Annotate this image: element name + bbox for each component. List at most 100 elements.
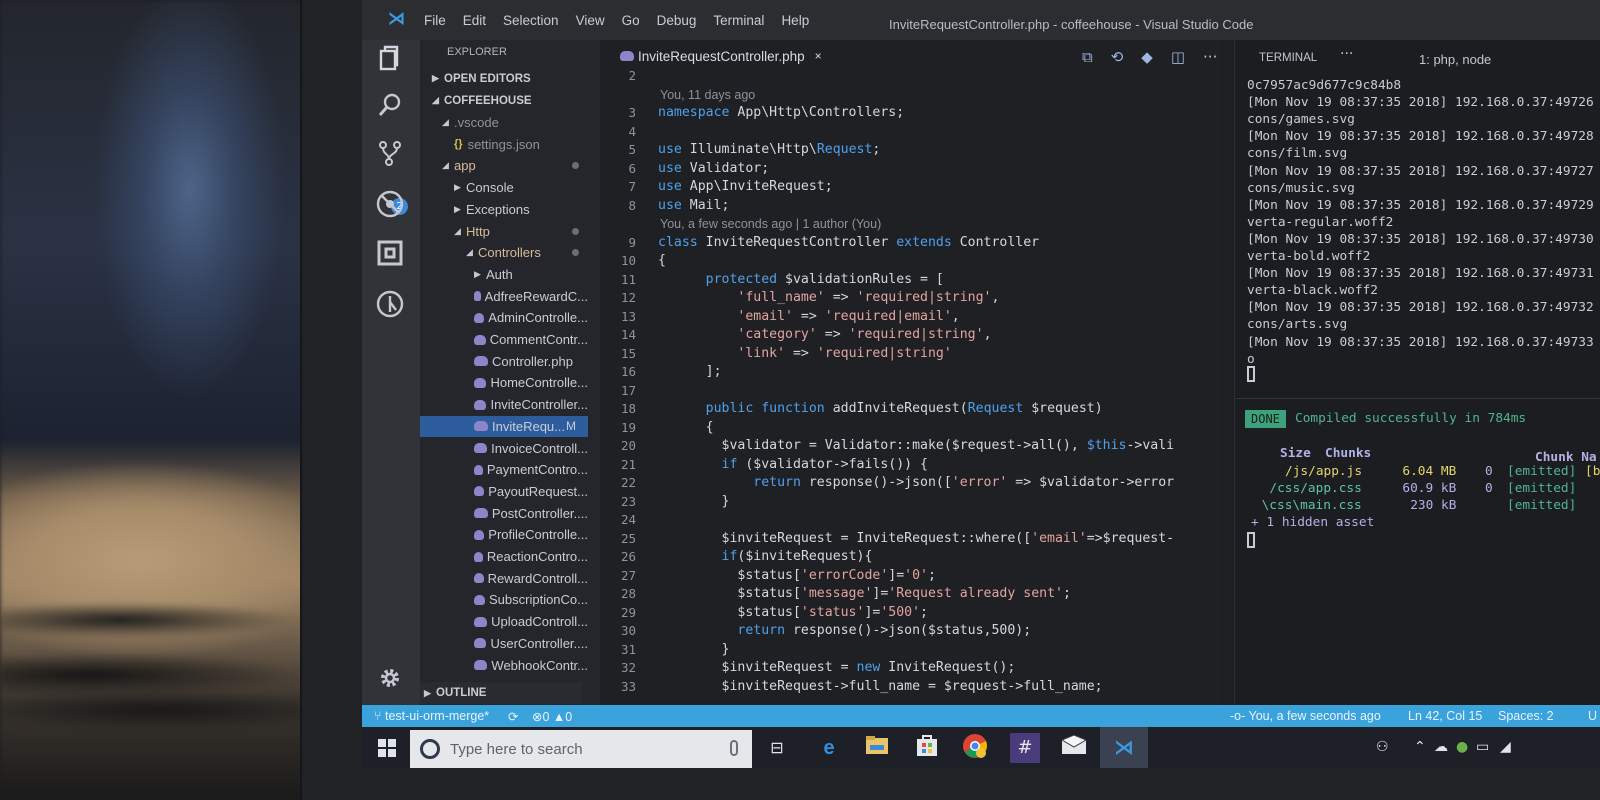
menu-help[interactable]: Help bbox=[781, 13, 809, 28]
code-line[interactable]: 15 'link' => 'required|string' bbox=[600, 346, 1160, 364]
tree-item[interactable]: CommentContr... bbox=[420, 329, 588, 350]
tree-item[interactable]: ◢ Http bbox=[420, 221, 588, 242]
tree-item[interactable]: ◢ .vscode bbox=[420, 112, 588, 133]
open-changes-icon[interactable]: ⧉ bbox=[1082, 48, 1093, 66]
menu-go[interactable]: Go bbox=[622, 13, 640, 28]
menu-terminal[interactable]: Terminal bbox=[713, 13, 764, 28]
code-line[interactable]: 2 bbox=[600, 68, 1160, 86]
code-line[interactable]: 3 namespace App\Http\Controllers; bbox=[600, 105, 1160, 123]
microphone-icon[interactable] bbox=[730, 740, 738, 756]
tree-item[interactable]: PayoutRequest... bbox=[420, 481, 588, 502]
code-line[interactable]: 19 { bbox=[600, 420, 1160, 438]
chevron-up-icon[interactable]: ⌃ bbox=[1414, 739, 1426, 755]
problems-status[interactable]: ⊗0 ▲0 bbox=[532, 709, 572, 724]
tree-item[interactable]: SubscriptionCo... bbox=[420, 589, 588, 610]
tree-item[interactable]: ▶ Auth bbox=[420, 264, 588, 285]
tree-item[interactable]: PostController.... bbox=[420, 503, 588, 524]
code-line[interactable]: 12 'full_name' => 'required|string', bbox=[600, 290, 1160, 308]
code-line[interactable]: 29 $status['status']='500'; bbox=[600, 605, 1160, 623]
gitlens-codelens[interactable]: You, 11 days ago bbox=[660, 88, 755, 102]
code-line[interactable]: 31 } bbox=[600, 642, 1160, 660]
tree-item[interactable]: UploadControll... bbox=[420, 611, 588, 632]
menu-debug[interactable]: Debug bbox=[657, 13, 697, 28]
code-line[interactable]: 9 class InviteRequestController extends C… bbox=[600, 235, 1160, 253]
code-line[interactable]: 4 bbox=[600, 124, 1160, 142]
vscode-icon[interactable]: ⋊ bbox=[1100, 727, 1148, 768]
outline-section[interactable]: ▶ OUTLINE bbox=[420, 682, 582, 704]
task-view-icon[interactable]: ⊟ bbox=[762, 733, 792, 763]
code-line[interactable]: 8 use Mail; bbox=[600, 198, 1160, 216]
tree-item[interactable]: AdminControlle... bbox=[420, 307, 588, 328]
code-line[interactable]: 6 use Validator; bbox=[600, 161, 1160, 179]
encoding[interactable]: U bbox=[1588, 709, 1597, 723]
onedrive-icon[interactable]: ☁ bbox=[1434, 739, 1448, 755]
tree-item[interactable]: ▶ Exceptions bbox=[420, 199, 588, 220]
code-line[interactable]: 24 bbox=[600, 512, 1160, 530]
tree-item[interactable]: InvoiceControll... bbox=[420, 438, 588, 459]
tree-item[interactable]: HomeControlle... bbox=[420, 372, 588, 393]
code-line[interactable]: 27 $status['errorCode']='0'; bbox=[600, 568, 1160, 586]
code-line[interactable]: 7 use App\InviteRequest; bbox=[600, 179, 1160, 197]
code-line[interactable]: 13 'email' => 'required|email', bbox=[600, 309, 1160, 327]
menu-view[interactable]: View bbox=[576, 13, 605, 28]
windows-start-icon[interactable] bbox=[378, 739, 396, 757]
slack-icon[interactable]: # bbox=[1010, 733, 1040, 763]
tree-item[interactable]: ReactionContro... bbox=[420, 546, 588, 567]
file-explorer-icon[interactable] bbox=[862, 733, 892, 763]
tree-item[interactable]: {} settings.json bbox=[420, 134, 588, 155]
terminal-selector[interactable]: 1: php, node bbox=[1419, 52, 1491, 67]
gear-icon[interactable] bbox=[376, 666, 404, 694]
branch-status[interactable]: ⑂ test-ui-orm-merge* bbox=[374, 709, 489, 723]
tree-item[interactable]: RewardControll... bbox=[420, 568, 588, 589]
tree-item[interactable]: ◢ Controllers bbox=[420, 242, 588, 263]
search-input[interactable]: Type here to search bbox=[450, 741, 583, 758]
code-area[interactable]: 2 You, 11 days ago 3 namespace App\Http\Con… bbox=[600, 68, 1174, 708]
tree-item[interactable]: AdfreeRewardC... bbox=[420, 286, 588, 307]
code-line[interactable]: 23 } bbox=[600, 494, 1160, 512]
more-icon[interactable]: ··· bbox=[1203, 48, 1217, 66]
edge-icon[interactable]: e bbox=[814, 733, 844, 763]
open-editors-section[interactable]: ▶ OPEN EDITORS bbox=[420, 68, 588, 89]
code-line[interactable]: 10 { bbox=[600, 253, 1160, 271]
tree-item[interactable]: ◢ app bbox=[420, 155, 588, 176]
files-icon[interactable] bbox=[376, 45, 404, 73]
split-editor-icon[interactable]: ◫ bbox=[1171, 48, 1185, 66]
code-line[interactable]: 26 if($inviteRequest){ bbox=[600, 549, 1160, 567]
mail-icon[interactable] bbox=[1059, 733, 1089, 763]
git-history-icon[interactable] bbox=[376, 290, 404, 318]
code-line[interactable]: 22 return response()->json(['error' => $… bbox=[600, 475, 1174, 493]
chrome-icon[interactable] bbox=[960, 733, 990, 763]
terminal-split-divider[interactable] bbox=[1235, 398, 1600, 399]
sync-icon[interactable]: ⟳ bbox=[508, 709, 518, 724]
store-icon[interactable] bbox=[912, 733, 942, 763]
code-line[interactable]: 21 if ($validator->fails()) { bbox=[600, 457, 1160, 475]
tree-item[interactable]: WebhookContr... bbox=[420, 655, 588, 676]
gitlens-compare-icon[interactable]: ⟲ bbox=[1111, 48, 1124, 66]
tree-item[interactable]: ▶ Console bbox=[420, 177, 588, 198]
code-line[interactable]: 33 $inviteRequest->full_name = $request-… bbox=[600, 679, 1160, 697]
close-icon[interactable]: × bbox=[815, 49, 822, 63]
code-line[interactable]: 18 public function addInviteRequest(Requ… bbox=[600, 401, 1160, 419]
security-icon[interactable]: ● bbox=[1456, 739, 1468, 755]
more-icon[interactable]: ··· bbox=[1340, 46, 1353, 62]
code-line[interactable]: 5 use Illuminate\Http\Request; bbox=[600, 142, 1160, 160]
terminal-tab[interactable]: TERMINAL bbox=[1259, 52, 1317, 64]
extensions-icon[interactable] bbox=[376, 240, 404, 268]
code-line[interactable]: 17 bbox=[600, 383, 1160, 401]
tree-item[interactable]: ProfileControlle... bbox=[420, 524, 588, 545]
tree-item[interactable]: InviteController... bbox=[420, 394, 588, 415]
code-line[interactable]: 14 'category' => 'required|string', bbox=[600, 327, 1160, 345]
tree-item[interactable]: InviteRequ... M bbox=[420, 415, 588, 437]
code-line[interactable]: 16 ]; bbox=[600, 364, 1160, 382]
tree-item[interactable]: PaymentContro... bbox=[420, 459, 588, 480]
tree-item[interactable]: Controller.php bbox=[420, 351, 588, 372]
code-line[interactable]: 30 return response()->json($status,500); bbox=[600, 623, 1160, 641]
cursor-position[interactable]: Ln 42, Col 15 bbox=[1408, 709, 1482, 723]
gitlens-codelens[interactable]: You, a few seconds ago | 1 author (You) bbox=[660, 217, 881, 231]
tree-item[interactable]: UserController.... bbox=[420, 633, 588, 654]
code-line[interactable]: 25 $inviteRequest = InviteRequest::where… bbox=[600, 531, 1174, 549]
git-commit-icon[interactable]: ◆ bbox=[1141, 48, 1153, 66]
battery-icon[interactable]: ▭ bbox=[1476, 739, 1489, 755]
project-section[interactable]: ◢ COFFEEHOUSE bbox=[420, 90, 588, 111]
code-line[interactable]: 32 $inviteRequest = new InviteRequest(); bbox=[600, 660, 1160, 678]
